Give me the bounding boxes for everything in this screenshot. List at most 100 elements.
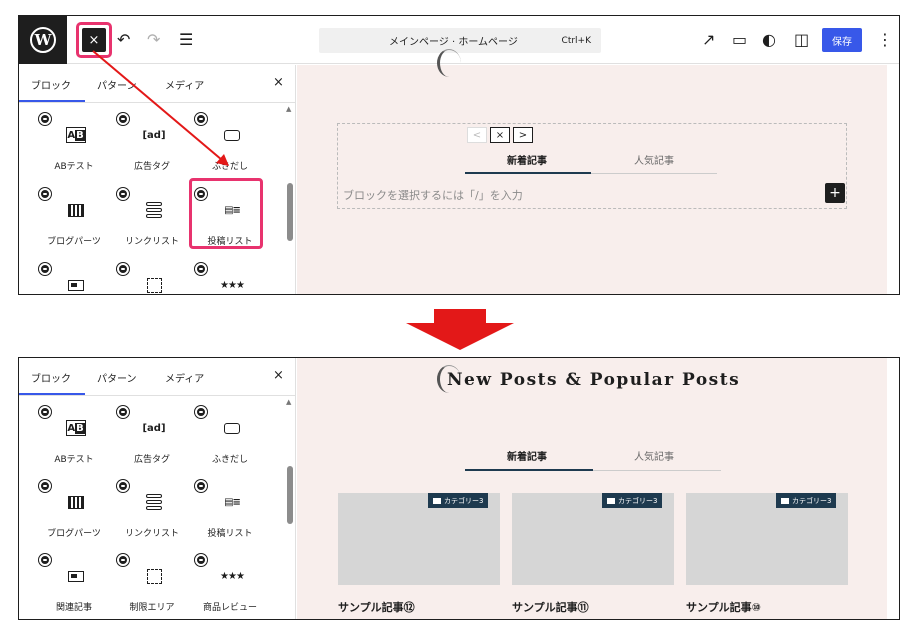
save-button[interactable]: 保存 <box>822 28 862 52</box>
active-tab-underline <box>465 172 591 174</box>
block-related-posts[interactable] <box>35 259 113 294</box>
post-card-title[interactable]: サンプル記事⑫ <box>338 599 415 615</box>
block-ad-tag[interactable]: [ad] 広告タグ <box>113 402 191 470</box>
tab-new-posts[interactable]: 新着記事 <box>507 448 547 463</box>
tab-patterns[interactable]: パターン <box>97 77 137 92</box>
block-product-review[interactable]: ★★★ <box>191 259 269 294</box>
previous-tab-button[interactable]: < <box>467 127 487 143</box>
command-bar-title: メインページ · ホームページ <box>389 37 518 48</box>
remove-tab-button[interactable]: × <box>490 127 510 143</box>
redo-icon[interactable]: ↷ <box>147 30 160 50</box>
wordpress-logo-icon: W <box>30 27 56 53</box>
block-link-list[interactable]: リンクリスト <box>113 476 191 544</box>
plugin-badge-icon <box>39 188 51 200</box>
tab-patterns[interactable]: パターン <box>97 370 137 385</box>
block-label: ABテスト <box>54 162 94 172</box>
block-label: 投稿リスト <box>207 529 253 539</box>
link-list-icon <box>144 494 164 510</box>
screenshot-before: W × ↶ ↷ ☰ メインページ · ホームページ Ctrl+K ↗ ▭ ◐ ◫… <box>18 15 900 295</box>
command-shortcut: Ctrl+K <box>561 35 591 46</box>
block-label: 広告タグ <box>133 162 170 172</box>
post-card-title[interactable]: サンプル記事⑩ <box>686 599 761 615</box>
post-card-title[interactable]: サンプル記事⑪ <box>512 599 589 615</box>
down-arrow-icon <box>406 309 514 350</box>
product-review-icon: ★★★ <box>220 570 245 582</box>
view-page-icon[interactable]: ↗ <box>702 30 715 50</box>
block-label: 関連記事 <box>55 603 92 613</box>
block-speech-bubble[interactable]: ふきだし <box>191 109 269 177</box>
block-label: リンクリスト <box>124 529 179 539</box>
page-heading[interactable]: New Posts & Popular Posts <box>447 370 740 390</box>
folder-icon <box>607 497 615 504</box>
folder-icon <box>433 497 441 504</box>
scroll-up-icon[interactable]: ▲ <box>286 398 291 406</box>
block-speech-bubble[interactable]: ふきだし <box>191 402 269 470</box>
plugin-badge-icon <box>117 480 129 492</box>
tab-new-posts[interactable]: 新着記事 <box>507 152 547 167</box>
plugin-badge-icon <box>195 406 207 418</box>
block-label: ふきだし <box>211 162 248 172</box>
command-palette-bar[interactable]: メインページ · ホームページ Ctrl+K <box>319 28 601 53</box>
blog-parts-icon <box>66 494 86 510</box>
block-product-review[interactable]: ★★★ 商品レビュー <box>191 550 269 618</box>
block-link-list[interactable]: リンクリスト <box>113 184 191 252</box>
restricted-area-icon <box>144 568 164 584</box>
tab-blocks[interactable]: ブロック <box>31 77 71 92</box>
active-tab-indicator <box>19 100 85 102</box>
block-ad-tag[interactable]: [ad] 広告タグ <box>113 109 191 177</box>
canvas-scrollbar[interactable] <box>887 65 899 294</box>
block-label: 商品レビュー <box>202 603 257 613</box>
settings-sidebar-icon[interactable]: ◫ <box>794 30 809 50</box>
inserter-tabs: ブロック パターン メディア × <box>19 358 296 396</box>
category-badge: カテゴリー3 <box>428 493 489 508</box>
undo-icon[interactable]: ↶ <box>117 30 130 50</box>
speech-bubble-icon <box>222 420 242 436</box>
device-preview-icon[interactable]: ▭ <box>732 30 747 50</box>
editor-canvas[interactable]: < × > 新着記事 人気記事 ブロックを選択するには「/」を入力 + <box>297 49 899 294</box>
plugin-badge-icon <box>117 113 129 125</box>
block-blog-parts[interactable]: ブログパーツ <box>35 184 113 252</box>
block-blog-parts[interactable]: ブログパーツ <box>35 476 113 544</box>
close-icon[interactable]: × <box>273 75 284 90</box>
close-icon[interactable]: × <box>273 368 284 383</box>
next-tab-button[interactable]: > <box>513 127 533 143</box>
tab-media[interactable]: メディア <box>165 370 204 385</box>
block-ab-test[interactable]: AB ABテスト <box>35 109 113 177</box>
link-list-icon <box>144 202 164 218</box>
post-list-icon: ▤≡ <box>224 496 241 508</box>
inserter-scrollbar[interactable] <box>287 183 293 241</box>
more-options-icon[interactable]: ⋮ <box>877 30 893 50</box>
plugin-badge-icon <box>39 263 51 275</box>
ad-tag-icon: [ad] <box>142 422 166 434</box>
tab-blocks[interactable]: ブロック <box>31 370 71 385</box>
ab-test-icon: AB <box>66 420 86 436</box>
block-label: ABテスト <box>54 455 94 465</box>
styles-icon[interactable]: ◐ <box>762 30 776 50</box>
canvas-scrollbar[interactable] <box>887 358 899 619</box>
block-ab-test[interactable]: AB ABテスト <box>35 402 113 470</box>
folder-icon <box>781 497 789 504</box>
close-inserter-button[interactable]: × <box>82 28 106 52</box>
plugin-badge-icon <box>195 263 207 275</box>
block-related-posts[interactable]: 関連記事 <box>35 550 113 618</box>
inserter-scrollbar[interactable] <box>287 466 293 524</box>
block-post-list[interactable]: ▤≡ 投稿リスト <box>191 476 269 544</box>
restricted-area-icon <box>144 277 164 293</box>
document-outline-icon[interactable]: ☰ <box>179 30 193 50</box>
wordpress-logo-button[interactable]: W <box>19 16 67 64</box>
plugin-badge-icon <box>117 263 129 275</box>
scroll-up-icon[interactable]: ▲ <box>286 105 291 113</box>
block-restricted-area[interactable]: 制限エリア <box>113 550 191 618</box>
plugin-badge-icon <box>117 188 129 200</box>
block-placeholder[interactable]: ブロックを選択するには「/」を入力 <box>343 187 523 203</box>
tab-popular-posts[interactable]: 人気記事 <box>634 448 674 463</box>
plugin-badge-icon <box>195 113 207 125</box>
tab-popular-posts[interactable]: 人気記事 <box>634 152 674 167</box>
block-restricted-area[interactable] <box>113 259 191 294</box>
add-block-button[interactable]: + <box>825 183 845 203</box>
active-tab-indicator <box>19 393 85 395</box>
editor-canvas[interactable]: New Posts & Popular Posts 新着記事 人気記事 カテゴリ… <box>297 358 899 619</box>
related-posts-icon <box>66 568 86 584</box>
tab-media[interactable]: メディア <box>165 77 204 92</box>
highlight-frame-post-list <box>189 178 263 249</box>
